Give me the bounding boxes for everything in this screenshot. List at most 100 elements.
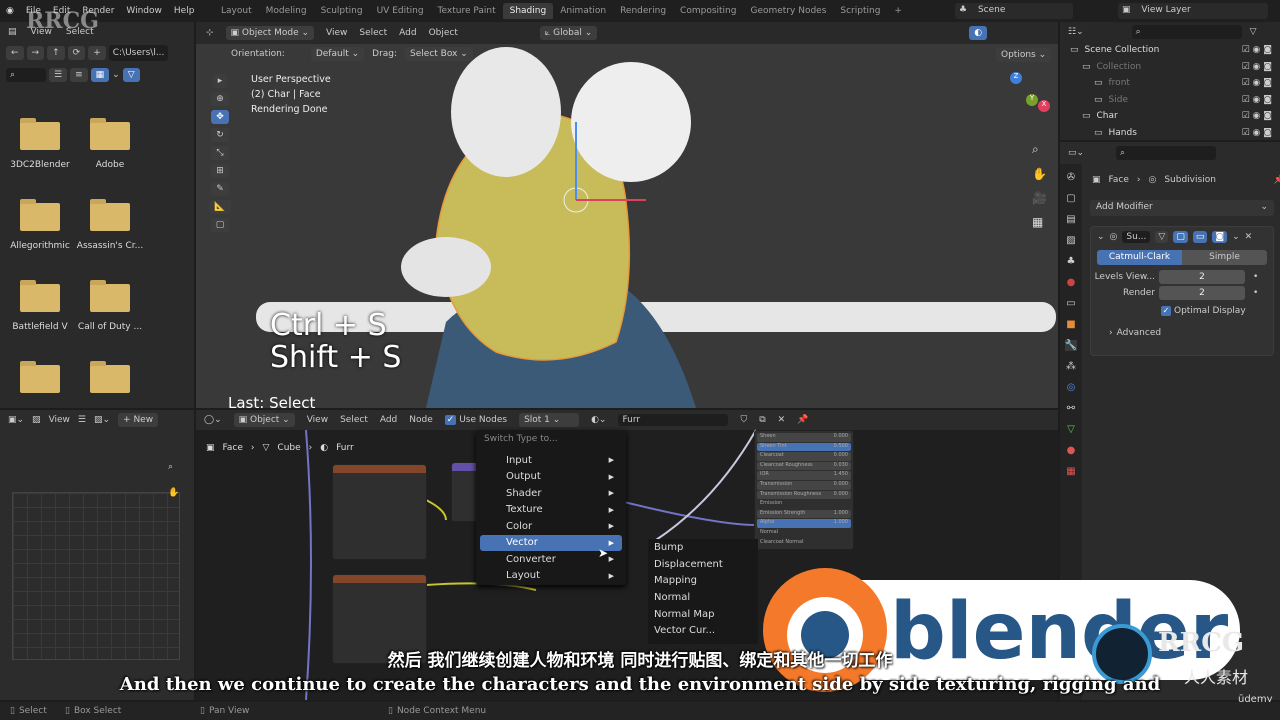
view-layer-selector[interactable]: ▣ View Layer bbox=[1118, 3, 1268, 19]
uv-grid[interactable] bbox=[12, 492, 180, 660]
outliner-item[interactable]: ▭ Side ☑ ◉ ◙ bbox=[1060, 92, 1280, 109]
forward-button[interactable]: → bbox=[26, 46, 45, 60]
bsdf-input-row[interactable]: Normal bbox=[757, 529, 851, 538]
tab-sculpting[interactable]: Sculpting bbox=[314, 3, 370, 19]
optimal-display-checkbox[interactable]: ✓ bbox=[1161, 306, 1171, 316]
viewport-shading-rendered[interactable]: ◐ bbox=[969, 26, 988, 40]
view-icon[interactable]: ▨ bbox=[32, 415, 41, 425]
viewport-display-icon[interactable]: ▭ bbox=[1192, 231, 1208, 243]
bsdf-input-row[interactable]: Transmission Roughness 0.000 bbox=[757, 490, 851, 500]
texture-tab-icon[interactable]: ▦ bbox=[1066, 466, 1075, 477]
material-tab-icon[interactable]: ● bbox=[1067, 445, 1076, 456]
principled-bsdf-node[interactable]: Sheen 0.000 Sheen Tint 0.500 Clearcoat 0.000 C… bbox=[754, 430, 854, 550]
constraints-tab-icon[interactable]: ⚯ bbox=[1067, 403, 1075, 414]
folder-item[interactable]: Assassin's Cr... bbox=[70, 199, 150, 251]
world-tab-icon[interactable]: ● bbox=[1067, 277, 1076, 288]
physics-tab-icon[interactable]: ◎ bbox=[1067, 382, 1076, 393]
bsdf-input-row[interactable]: Transmission 0.000 bbox=[757, 480, 851, 490]
folder-item[interactable] bbox=[70, 361, 150, 403]
bsdf-input-row[interactable]: IOR 1.450 bbox=[757, 471, 851, 480]
tab-layout[interactable]: Layout bbox=[214, 3, 259, 19]
measure-tool-icon[interactable]: 📐 bbox=[209, 200, 231, 214]
outliner-item[interactable]: ▭ Char ☑ ◉ ◙ bbox=[1060, 108, 1280, 125]
tab-compositing[interactable]: Compositing bbox=[673, 3, 743, 19]
levels-viewport-field[interactable]: 2 bbox=[1159, 270, 1245, 284]
new-image-button[interactable]: + New bbox=[118, 413, 159, 427]
editor-type-icon[interactable]: ▣⌄ bbox=[8, 415, 24, 425]
rotate-tool-icon[interactable]: ↻ bbox=[211, 128, 229, 142]
search-icon[interactable]: ⌕ bbox=[6, 68, 46, 82]
cursor-tool-icon[interactable]: ⊕ bbox=[211, 92, 229, 106]
tab-texture-paint[interactable]: Texture Paint bbox=[431, 3, 503, 19]
folder-item[interactable]: Allegorithmic bbox=[0, 199, 80, 251]
scale-tool-icon[interactable]: ⤡ bbox=[211, 146, 229, 160]
folder-item[interactable]: Call of Duty ... bbox=[70, 280, 150, 332]
thumbnail-view-button[interactable]: ▦ bbox=[90, 68, 110, 82]
switch-type-search[interactable]: Switch Type to... bbox=[476, 430, 626, 452]
simple-tab[interactable]: Simple bbox=[1182, 250, 1267, 265]
visibility-icon[interactable]: ☑ ◉ ◙ bbox=[1242, 78, 1272, 88]
hand-icon[interactable]: ✋ bbox=[1032, 167, 1047, 181]
visibility-icon[interactable]: ☑ ◉ ◙ bbox=[1242, 62, 1272, 72]
gizmo-x[interactable]: X bbox=[1038, 100, 1050, 112]
menu-item-input[interactable]: Input ▶ bbox=[480, 452, 622, 469]
folder-item[interactable]: 3DC2Blender bbox=[0, 118, 80, 170]
menu-item-shader[interactable]: Shader ▶ bbox=[480, 485, 622, 502]
search-icon[interactable]: ⌕ bbox=[1116, 146, 1217, 160]
folder-item[interactable]: Adobe bbox=[70, 118, 150, 170]
bsdf-input-row[interactable]: Emission bbox=[757, 500, 851, 509]
tab-scripting[interactable]: Scripting bbox=[833, 3, 887, 19]
menu-item-output[interactable]: Output ▶ bbox=[480, 469, 622, 486]
annotate-tool-icon[interactable]: ✎ bbox=[211, 182, 229, 196]
menu-view[interactable]: View bbox=[326, 28, 347, 38]
last-operation-panel[interactable]: Last: Select bbox=[228, 394, 315, 408]
gizmo-y[interactable]: Y bbox=[1026, 94, 1038, 106]
new-folder-button[interactable]: + bbox=[88, 46, 106, 60]
tool-tab-icon[interactable]: ✇ bbox=[1067, 172, 1075, 183]
scene-selector[interactable]: ♣ Scene bbox=[955, 3, 1073, 19]
editor-type-icon[interactable]: ▭⌄ bbox=[1068, 148, 1084, 158]
modifier-tab-icon[interactable]: 🔧 bbox=[1064, 340, 1078, 351]
mode-selector[interactable]: ▣ Object Mode ⌄ bbox=[225, 26, 315, 40]
drag-dropdown[interactable]: Select Box ⌄ bbox=[405, 47, 473, 61]
object-tab-icon[interactable]: ■ bbox=[1066, 319, 1075, 330]
visibility-icon[interactable]: ☑ ◉ ◙ bbox=[1242, 128, 1272, 138]
tab-geometry-nodes[interactable]: Geometry Nodes bbox=[743, 3, 833, 19]
visibility-icon[interactable]: ☑ ◉ ◙ bbox=[1242, 45, 1272, 55]
search-icon[interactable]: ⌕ bbox=[1131, 25, 1242, 39]
image-texture-node[interactable] bbox=[332, 464, 427, 560]
parent-dir-button[interactable]: ↑ bbox=[47, 46, 65, 60]
particles-tab-icon[interactable]: ⁂ bbox=[1066, 361, 1076, 372]
display-mode-icon[interactable]: ☷⌄ bbox=[1068, 27, 1084, 37]
bsdf-input-row[interactable]: Sheen 0.000 bbox=[757, 433, 851, 442]
folder-item[interactable] bbox=[0, 361, 80, 403]
tab-rendering[interactable]: Rendering bbox=[613, 3, 673, 19]
menu-item-layout[interactable]: Layout ▶ bbox=[480, 568, 622, 585]
output-tab-icon[interactable]: ▤ bbox=[1066, 214, 1075, 225]
tab-modeling[interactable]: Modeling bbox=[259, 3, 314, 19]
select-tool-icon[interactable]: ▸ bbox=[212, 74, 228, 88]
bsdf-input-row[interactable]: Alpha 1.000 bbox=[757, 519, 851, 528]
chevron-down-icon[interactable]: ⌄ bbox=[112, 70, 120, 80]
visibility-icon[interactable]: ☑ ◉ ◙ bbox=[1242, 95, 1272, 105]
tab-uv-editing[interactable]: UV Editing bbox=[370, 3, 431, 19]
navigation-gizmo[interactable]: Z Y X bbox=[986, 72, 1050, 142]
path-field[interactable]: C:\Users\l... bbox=[108, 45, 169, 61]
back-button[interactable]: ← bbox=[6, 46, 24, 60]
zoom-icon[interactable]: ⌕ bbox=[1032, 142, 1047, 157]
menu-item-texture[interactable]: Texture ▶ bbox=[480, 502, 622, 519]
menu-add[interactable]: Add bbox=[399, 28, 416, 38]
menu-icon[interactable]: ☰ bbox=[78, 415, 86, 425]
camera-icon[interactable]: 🎥 bbox=[1032, 191, 1047, 205]
transform-tool-icon[interactable]: ⊞ bbox=[211, 164, 229, 178]
close-icon[interactable]: ✕ bbox=[1245, 232, 1253, 242]
menu-object[interactable]: Object bbox=[429, 28, 458, 38]
menu-view[interactable]: View bbox=[49, 415, 70, 425]
editor-type-icon[interactable]: ⊹ bbox=[206, 28, 214, 38]
outliner-item[interactable]: ▭ front ☑ ◉ ◙ bbox=[1060, 75, 1280, 92]
modifier-name-field[interactable]: Su... bbox=[1122, 231, 1151, 243]
menu-help[interactable]: Help bbox=[168, 6, 201, 16]
tab-shading[interactable]: Shading bbox=[502, 3, 554, 19]
data-tab-icon[interactable]: ▽ bbox=[1067, 424, 1075, 435]
bsdf-input-row[interactable]: Clearcoat 0.000 bbox=[757, 452, 851, 461]
